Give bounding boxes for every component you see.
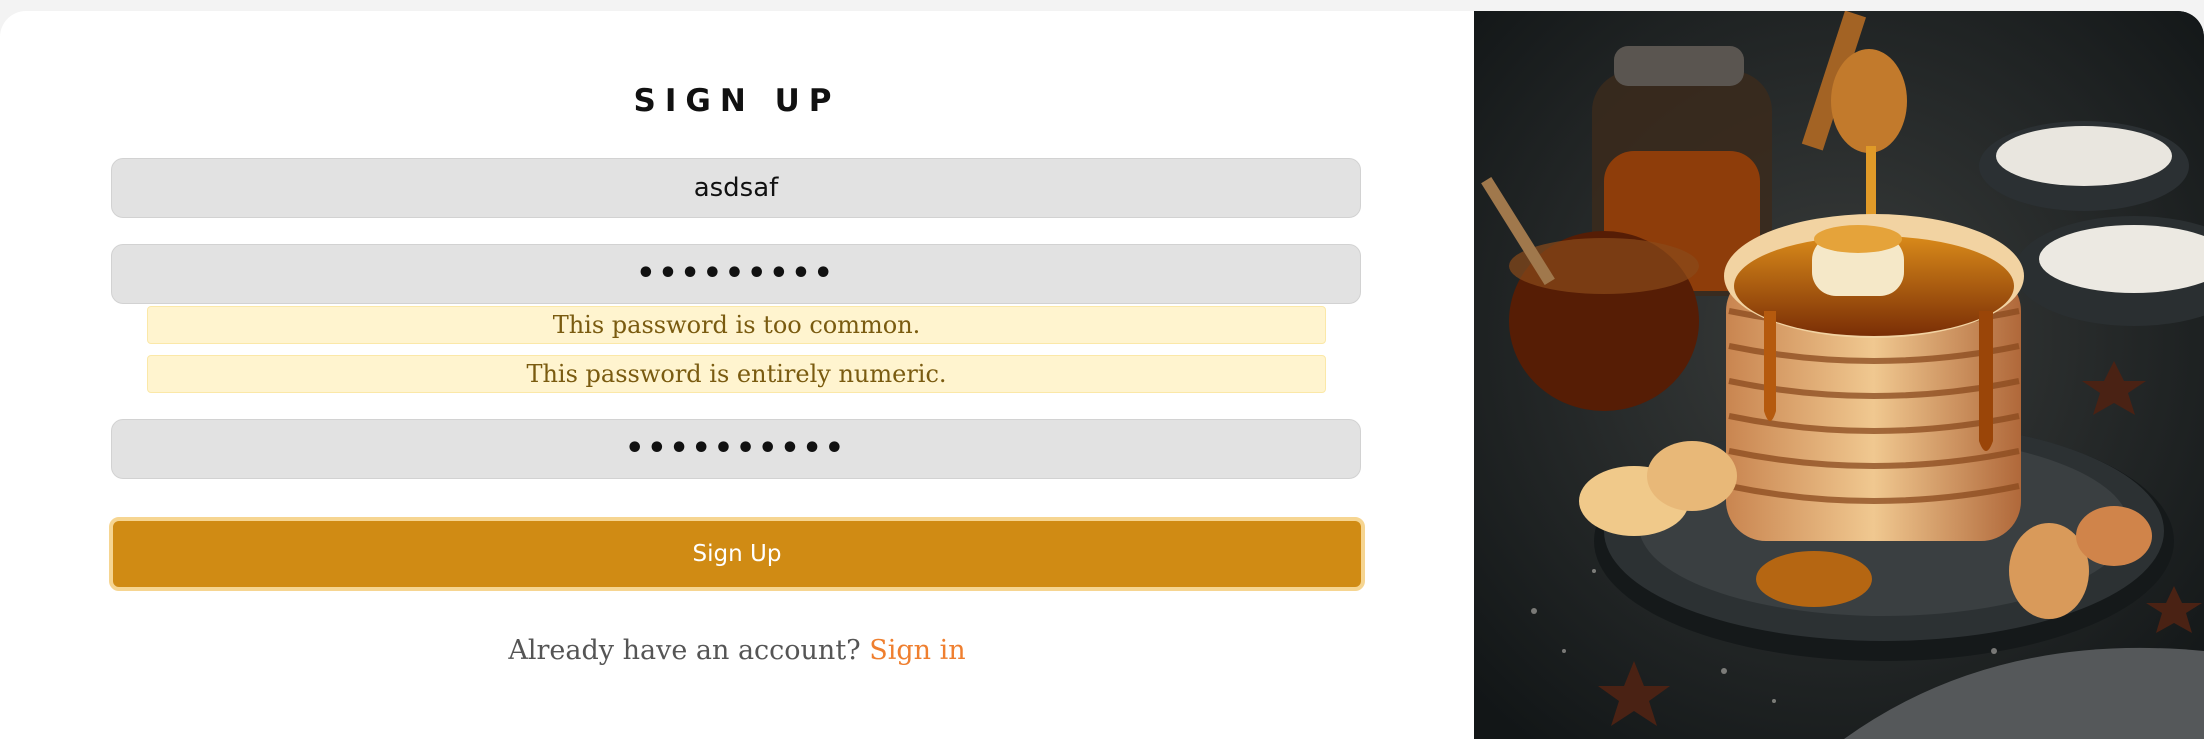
pancake-image [1474,11,2204,739]
password-error-numeric: This password is entirely numeric. [147,355,1326,393]
signup-button[interactable]: Sign Up [109,517,1365,591]
pancake-illustration [1474,11,2204,739]
signin-prompt-text: Already have an account? [508,635,870,666]
page-title: SIGN UP [633,83,841,119]
signup-form: SIGN UP asdsaf ••••••••• This password i… [0,11,1474,739]
username-field[interactable]: asdsaf [111,158,1361,218]
password-field[interactable]: ••••••••• [111,244,1361,304]
auth-card: SIGN UP asdsaf ••••••••• This password i… [0,11,2204,739]
confirm-password-field[interactable]: •••••••••• [111,419,1361,479]
signin-prompt: Already have an account? Sign in [0,635,1474,666]
signin-link[interactable]: Sign in [869,635,965,666]
password-error-common: This password is too common. [147,306,1326,344]
